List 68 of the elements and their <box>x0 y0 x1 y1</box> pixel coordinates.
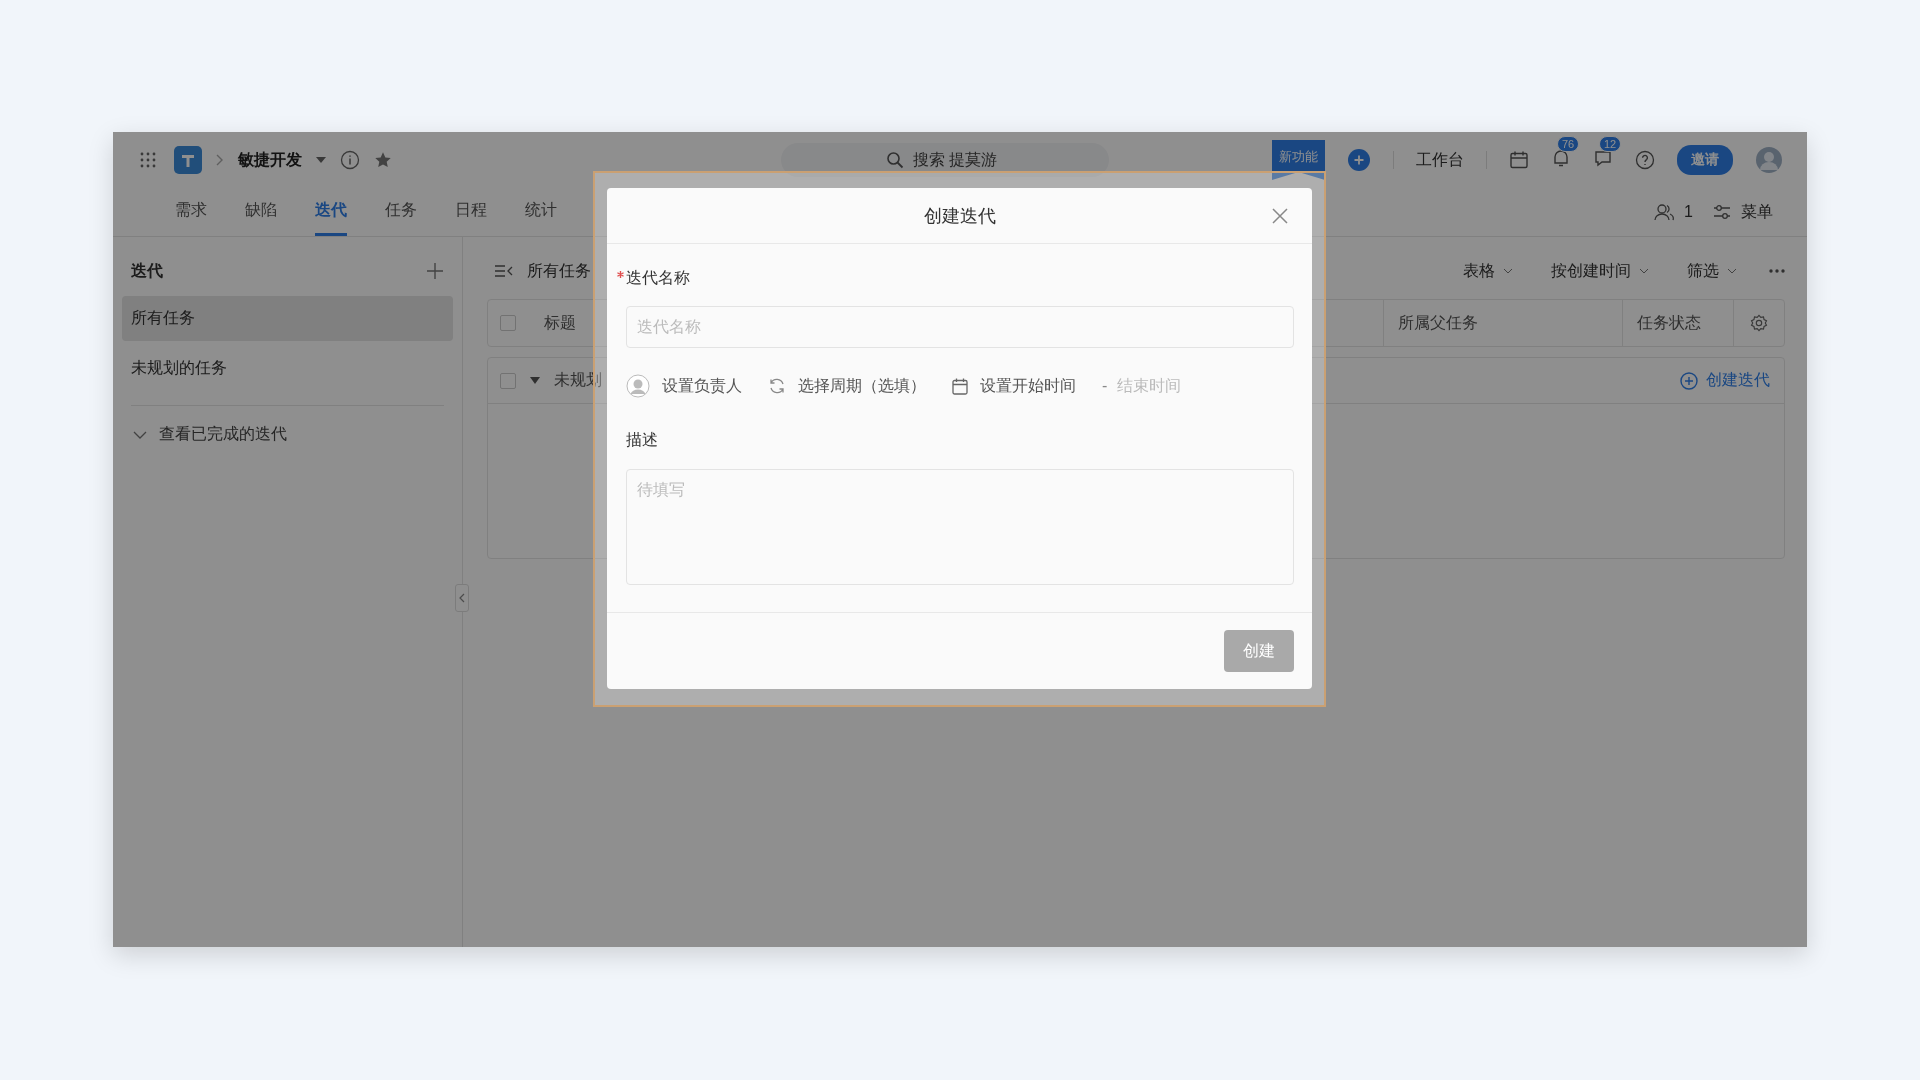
cycle-option[interactable]: 选择周期（选填） <box>798 375 926 397</box>
members-icon[interactable] <box>1654 203 1675 221</box>
sort-dropdown[interactable]: 按创建时间 <box>1545 259 1655 283</box>
invite-button[interactable]: 邀请 <box>1677 145 1733 175</box>
settings-icon[interactable] <box>1750 314 1768 332</box>
more-icon[interactable] <box>1769 269 1785 273</box>
chevron-down-icon[interactable] <box>133 430 147 439</box>
assignee-option[interactable]: 设置负责人 <box>662 375 742 397</box>
chevron-down-icon <box>1503 268 1513 274</box>
column-header: 所属父任务 <box>1383 300 1622 346</box>
refresh-icon[interactable] <box>768 377 786 395</box>
sidebar-title: 迭代 <box>131 260 163 281</box>
create-iteration-link[interactable]: 创建迭代 <box>1706 370 1770 391</box>
range-separator: - <box>1102 377 1108 395</box>
filter-dropdown[interactable]: 筛选 <box>1681 259 1743 283</box>
nav-tab[interactable]: 需求 <box>175 188 207 236</box>
message-count: 12 <box>1599 136 1622 152</box>
app-grid-icon[interactable] <box>140 152 156 168</box>
calendar-icon[interactable] <box>952 377 968 395</box>
members-count[interactable]: 1 <box>1684 203 1693 221</box>
workbench-link[interactable]: 工作台 <box>1416 149 1464 171</box>
user-avatar-icon[interactable] <box>626 374 650 398</box>
add-icon[interactable] <box>1347 148 1371 172</box>
caret-down-icon[interactable] <box>316 157 326 163</box>
completed-iterations-toggle[interactable]: 查看已完成的迭代 <box>159 424 287 445</box>
checkbox[interactable] <box>500 372 516 389</box>
bell-icon[interactable] <box>1551 148 1571 168</box>
nav-tab[interactable]: 任务 <box>385 188 417 236</box>
app-logo-icon[interactable] <box>174 146 202 174</box>
add-icon[interactable] <box>427 263 443 279</box>
view-title: 所有任务 <box>527 260 591 281</box>
info-icon[interactable] <box>340 150 360 170</box>
search-field[interactable]: 搜索 提莫游 <box>781 143 1109 177</box>
start-time-option[interactable]: 设置开始时间 <box>980 375 1076 397</box>
column-header: 标题 <box>544 312 576 333</box>
chat-icon[interactable] <box>1593 148 1613 168</box>
view-dropdown[interactable]: 表格 <box>1457 259 1519 283</box>
star-icon[interactable] <box>374 151 392 169</box>
chevron-right-icon <box>216 154 224 166</box>
collapse-handle[interactable] <box>455 584 469 612</box>
column-header: 任务状态 <box>1622 300 1733 346</box>
sidebar-item[interactable]: 未规划的任务 <box>122 346 453 391</box>
help-icon[interactable] <box>1635 150 1655 170</box>
iteration-name-field[interactable]: 迭代名称 <box>626 306 1294 348</box>
description-field[interactable]: 待填写 <box>626 469 1294 585</box>
nav-tab[interactable]: 缺陷 <box>245 188 277 236</box>
add-circle-icon[interactable] <box>1680 371 1698 390</box>
nav-tab[interactable]: 统计 <box>525 188 557 236</box>
new-feature-ribbon[interactable]: 新功能 <box>1272 140 1325 180</box>
menu-link[interactable]: 菜单 <box>1741 201 1773 223</box>
nav-tab[interactable]: 迭代 <box>315 188 347 236</box>
close-icon[interactable] <box>1272 208 1288 224</box>
checkbox[interactable] <box>500 315 516 331</box>
calendar-icon[interactable] <box>1509 150 1529 170</box>
field-label: 迭代名称 <box>626 268 690 288</box>
sliders-icon[interactable] <box>1713 204 1731 220</box>
sidebar-item[interactable]: 所有任务 <box>122 296 453 341</box>
notification-count: 76 <box>1557 136 1580 152</box>
triangle-down-icon[interactable] <box>530 377 540 384</box>
chevron-down-icon <box>1727 268 1737 274</box>
dialog-title: 创建迭代 <box>923 204 996 228</box>
project-name[interactable]: 敏捷开发 <box>238 149 302 171</box>
search-icon <box>886 151 904 169</box>
avatar-icon[interactable] <box>1755 146 1783 174</box>
chevron-down-icon <box>1639 268 1649 274</box>
nav-tab[interactable]: 日程 <box>455 188 487 236</box>
collapse-list-icon[interactable] <box>495 265 515 277</box>
field-label: 描述 <box>626 430 658 450</box>
